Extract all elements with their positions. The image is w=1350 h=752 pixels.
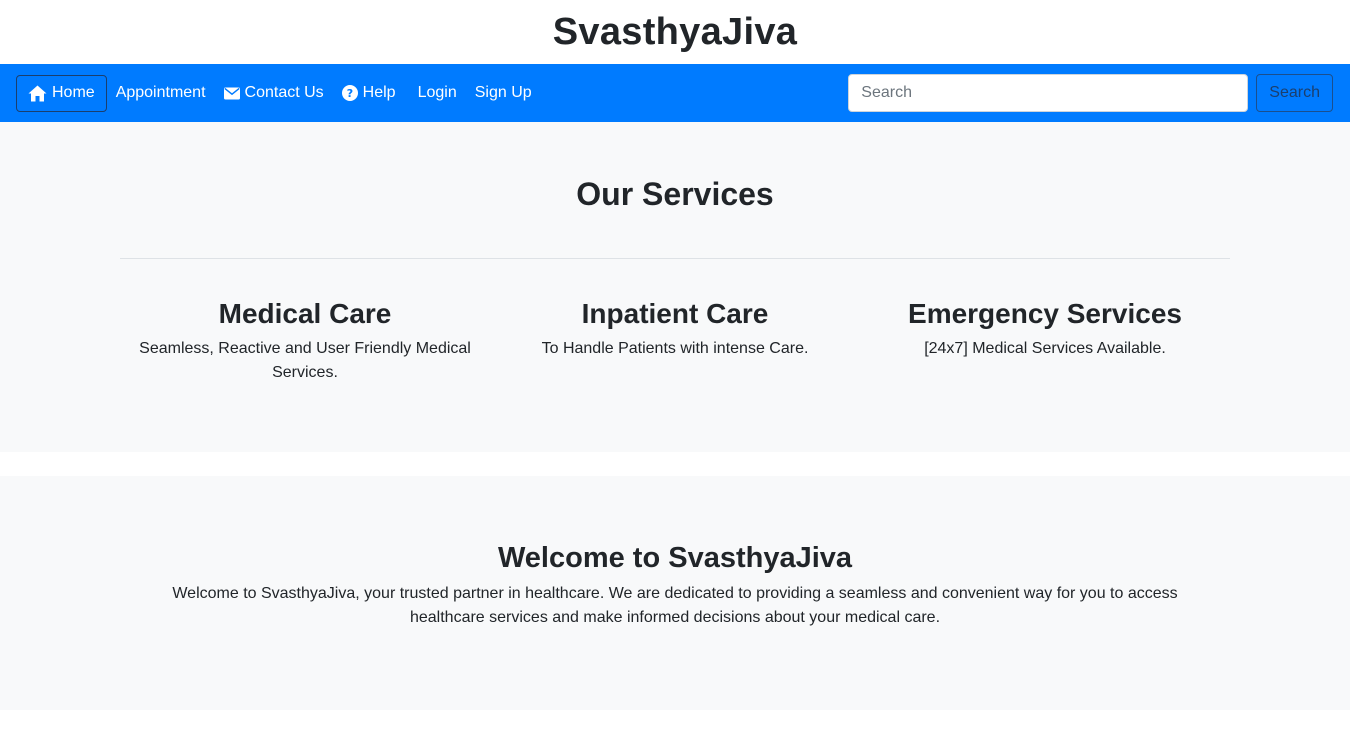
- service-description: Seamless, Reactive and User Friendly Med…: [139, 340, 471, 381]
- search-input[interactable]: [848, 74, 1249, 112]
- section-spacer: [0, 452, 1350, 476]
- svg-text:?: ?: [346, 87, 352, 100]
- site-header: SvasthyaJiva: [0, 0, 1350, 64]
- nav-signup-link[interactable]: Sign Up: [466, 75, 541, 112]
- service-emergency-services: Emergency Services [24x7] Medical Servic…: [860, 297, 1230, 385]
- nav-links: Home Appointment Contact Us ? Help Login…: [16, 74, 541, 112]
- question-circle-icon: ?: [341, 85, 358, 101]
- service-description: [24x7] Medical Services Available.: [924, 340, 1166, 357]
- section-divider: [120, 258, 1230, 259]
- nav-appointment-link[interactable]: Appointment: [107, 75, 215, 112]
- services-list: Medical Care Seamless, Reactive and User…: [120, 297, 1230, 385]
- site-title: SvasthyaJiva: [552, 10, 798, 53]
- welcome-text: Welcome to SvasthyaJiva, your trusted pa…: [172, 585, 1178, 626]
- search-button[interactable]: Search: [1256, 74, 1333, 112]
- service-title: Emergency Services: [908, 298, 1182, 329]
- service-title: Inpatient Care: [581, 298, 769, 329]
- nav-signup-label: Sign Up: [474, 84, 532, 101]
- nav-help-link[interactable]: ? Help: [333, 75, 405, 112]
- service-inpatient-care: Inpatient Care To Handle Patients with i…: [490, 297, 860, 385]
- nav-help-label: Help: [362, 84, 396, 101]
- services-heading: Our Services: [576, 176, 774, 212]
- nav-contact-label: Contact Us: [244, 84, 324, 101]
- nav-appointment-label: Appointment: [115, 84, 206, 101]
- welcome-heading: Welcome to SvasthyaJiva: [497, 542, 853, 574]
- home-icon: [28, 85, 47, 102]
- nav-contact-link[interactable]: Contact Us: [215, 75, 333, 112]
- service-description: To Handle Patients with intense Care.: [541, 340, 809, 357]
- service-title: Medical Care: [218, 298, 392, 329]
- service-medical-care: Medical Care Seamless, Reactive and User…: [120, 297, 490, 385]
- envelope-icon: [223, 87, 240, 100]
- nav-home-link[interactable]: Home: [16, 74, 107, 112]
- nav-home-label: Home: [52, 84, 95, 101]
- services-section: Our Services Medical Care Seamless, Reac…: [0, 122, 1350, 452]
- search-form: Search: [848, 74, 1333, 112]
- navbar: Home Appointment Contact Us ? Help Login…: [0, 64, 1350, 122]
- nav-login-label: Login: [417, 84, 457, 101]
- nav-login-link[interactable]: Login: [409, 75, 466, 112]
- welcome-section: Welcome to SvasthyaJiva Welcome to Svast…: [0, 476, 1350, 710]
